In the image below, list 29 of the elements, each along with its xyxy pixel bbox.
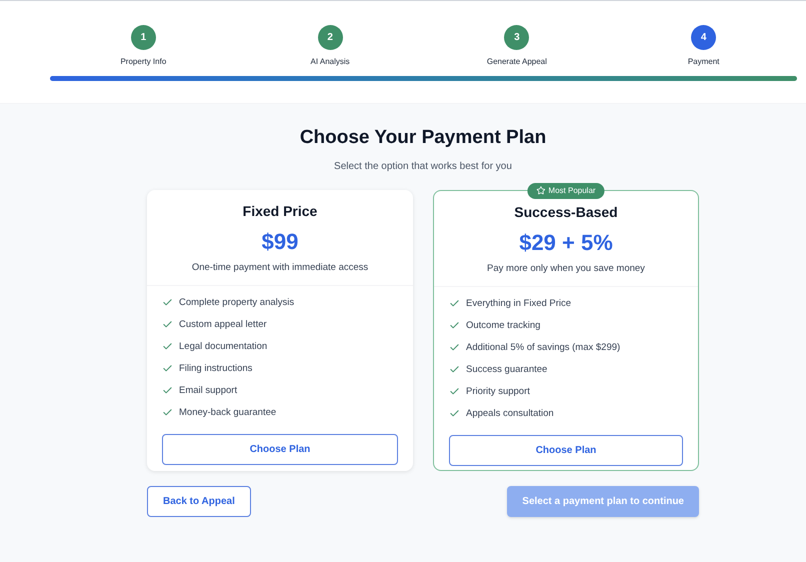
- plan-price: $99: [262, 228, 298, 256]
- choose-plan-button[interactable]: Choose Plan: [162, 434, 398, 465]
- feature-text: Everything in Fixed Price: [466, 296, 572, 311]
- back-button[interactable]: Back to Appeal: [147, 486, 251, 516]
- plan-price: $29 + 5%: [519, 228, 613, 256]
- feature-text: Complete property analysis: [179, 296, 294, 310]
- feature-text: Filing instructions: [179, 362, 252, 376]
- feature-text: Priority support: [466, 384, 530, 399]
- step-label: Payment: [688, 56, 720, 68]
- page-subtitle: Select the option that works best for you: [333, 160, 513, 174]
- badge-text: Most Popular: [548, 184, 596, 196]
- choose-plan-button[interactable]: Choose Plan: [449, 434, 683, 466]
- page-title: Choose Your Payment Plan: [298, 126, 548, 150]
- feature-text: Appeals consultation: [466, 406, 554, 421]
- feature-text: Email support: [179, 384, 238, 398]
- feature-text: Custom appeal letter: [179, 318, 267, 332]
- feature-text: Additional 5% of savings (max $299): [466, 340, 620, 355]
- step-label: Generate Appeal: [486, 56, 547, 68]
- plan-description: One-time payment with immediate access: [192, 260, 368, 274]
- feature-text: Outcome tracking: [466, 318, 540, 333]
- feature-text: Legal documentation: [179, 340, 268, 354]
- step-label: AI Analysis: [310, 56, 350, 68]
- plan-name: Success-Based: [514, 202, 618, 222]
- plan-name: Fixed Price: [242, 202, 318, 220]
- plan-description: Pay more only when you save money: [487, 262, 645, 276]
- step-label: Property Info: [120, 56, 166, 68]
- star-icon: [536, 186, 546, 195]
- feature-text: Money-back guarantee: [179, 406, 276, 420]
- feature-text: Success guarantee: [466, 362, 548, 377]
